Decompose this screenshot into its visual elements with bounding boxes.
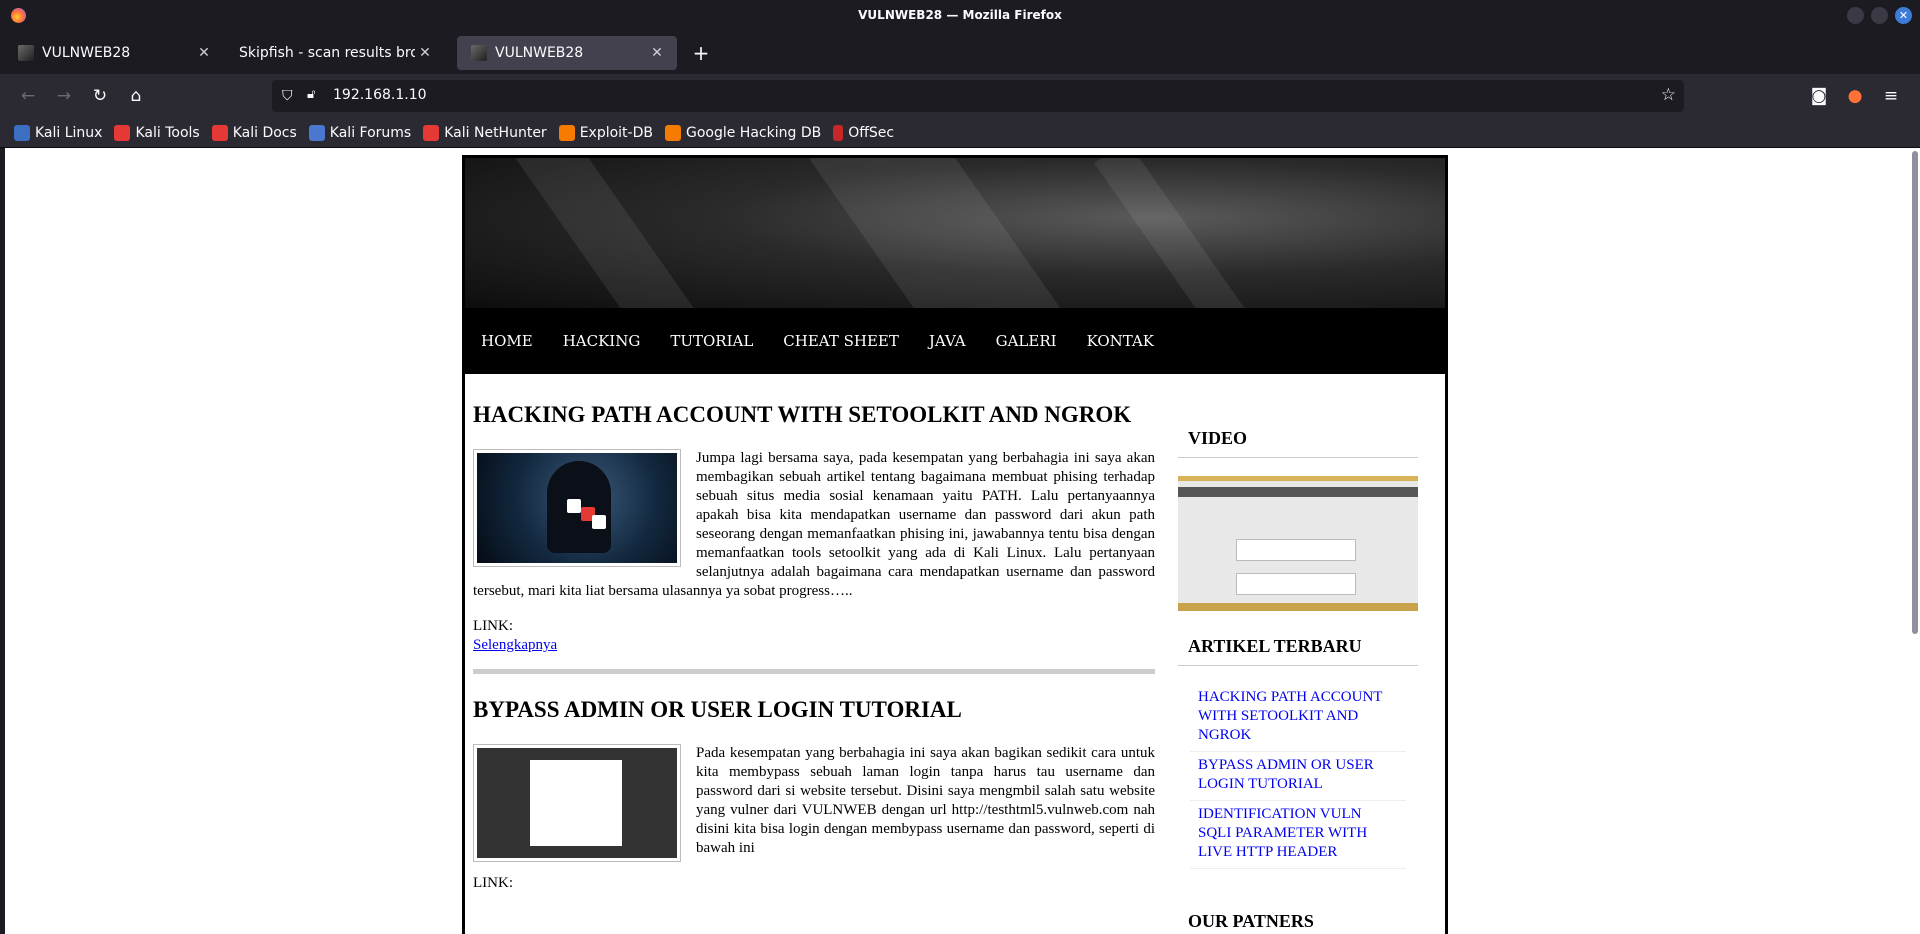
bookmark-exploit-db[interactable]: Exploit-DB [558, 124, 653, 141]
new-tab-plus-icon[interactable]: + [691, 43, 711, 63]
back-arrow-icon[interactable]: ← [18, 86, 38, 106]
tab-close-icon[interactable]: ✕ [415, 45, 435, 61]
url-bar[interactable]: ⛉ 🔓︎ 192.168.1.10 ☆ [272, 80, 1684, 112]
bookmark-label: Kali Linux [35, 124, 103, 141]
bookmark-kali-docs[interactable]: Kali Docs [211, 124, 297, 141]
menu-item-kontak[interactable]: KONTAK [1087, 332, 1154, 350]
tab-label: Skipfish - scan results browse [239, 45, 415, 61]
bookmark-kali-nethunter[interactable]: Kali NetHunter [423, 124, 547, 141]
ghdb-icon [664, 124, 681, 141]
forward-arrow-icon[interactable]: → [54, 86, 74, 106]
site-main-menu: HOME HACKING TUTORIAL CHEAT SHEET JAVA G… [465, 308, 1445, 374]
bookmark-label: Exploit-DB [579, 124, 653, 141]
bookmark-label: Kali Forums [329, 124, 412, 141]
firefox-account-icon[interactable]: ● [1845, 86, 1865, 106]
post-title[interactable]: HACKING PATH ACCOUNT WITH SETOOLKIT AND … [473, 401, 1155, 429]
site-favicon-icon [18, 45, 34, 61]
exploit-db-icon [558, 124, 575, 141]
bookmark-label: Google Hacking DB [685, 124, 822, 141]
bookmark-label: Kali Docs [232, 124, 297, 141]
partners-heading: OUR PATNERS [1178, 911, 1418, 934]
bookmark-kali-forums[interactable]: Kali Forums [308, 124, 412, 141]
navigation-toolbar: ← → ↻ ⌂ ⛉ 🔓︎ 192.168.1.10 ☆ ◙ ● ≡ [0, 74, 1920, 118]
hacker-image [477, 453, 677, 563]
link-label: LINK: [473, 618, 513, 634]
kali-dragon-icon [14, 124, 30, 141]
video-heading: VIDEO [1178, 428, 1418, 458]
kali-forums-icon [308, 124, 325, 141]
url-text[interactable]: 192.168.1.10 [333, 87, 427, 103]
menu-item-home[interactable]: HOME [481, 332, 533, 350]
post-thumbnail[interactable] [473, 744, 681, 862]
menu-item-cheat-sheet[interactable]: CHEAT SHEET [783, 332, 899, 350]
tracking-shield-icon[interactable]: ⛉ [282, 88, 293, 104]
bookmark-kali-linux[interactable]: Kali Linux [14, 124, 103, 141]
sidebar: VIDEO ARTIKEL TERBARU HACKING PATH ACCOU… [1178, 428, 1418, 934]
reload-icon[interactable]: ↻ [90, 86, 110, 106]
bookmark-star-icon[interactable]: ☆ [1661, 85, 1676, 105]
site-favicon-icon [471, 45, 487, 61]
latest-articles-list: HACKING PATH ACCOUNT WITH SETOOLKIT AND … [1178, 684, 1418, 883]
window-titlebar: VULNWEB28 — Mozilla Firefox ✕ [0, 0, 1920, 30]
latest-articles-heading: ARTIKEL TERBARU [1178, 636, 1418, 666]
page-scrollbar[interactable] [1912, 151, 1918, 634]
close-window-button[interactable]: ✕ [1895, 7, 1912, 24]
tab-label: VULNWEB28 [42, 45, 131, 61]
post-article: BYPASS ADMIN OR USER LOGIN TUTORIAL Pada… [473, 696, 1155, 893]
post-divider [473, 669, 1155, 674]
article-link[interactable]: IDENTIFICATION VULN SQLI PARAMETER WITH … [1190, 801, 1406, 869]
post-title[interactable]: BYPASS ADMIN OR USER LOGIN TUTORIAL [473, 696, 1155, 724]
post-article: HACKING PATH ACCOUNT WITH SETOOLKIT AND … [473, 401, 1155, 655]
tab-close-icon[interactable]: ✕ [647, 45, 667, 61]
tab-skipfish[interactable]: Skipfish - scan results browse ✕ [225, 36, 445, 70]
window-title: VULNWEB28 — Mozilla Firefox [858, 8, 1062, 22]
bookmark-label: Kali Tools [135, 124, 200, 141]
post-thumbnail[interactable] [473, 449, 681, 567]
menu-item-tutorial[interactable]: TUTORIAL [670, 332, 753, 350]
home-icon[interactable]: ⌂ [126, 86, 146, 106]
bookmark-offsec[interactable]: OffSec [833, 124, 895, 141]
kali-tools-icon [114, 124, 131, 141]
offsec-icon [833, 124, 844, 141]
menu-item-galeri[interactable]: GALERI [996, 332, 1057, 350]
kali-docs-icon [211, 124, 228, 141]
bookmark-kali-tools[interactable]: Kali Tools [114, 124, 200, 141]
tab-vulnweb28-1[interactable]: VULNWEB28 ✕ [4, 36, 224, 70]
post-excerpt: Pada kesempatan yang berbahagia ini saya… [696, 745, 1155, 856]
article-link[interactable]: HACKING PATH ACCOUNT WITH SETOOLKIT AND … [1190, 684, 1406, 752]
tab-label: VULNWEB28 [495, 45, 584, 61]
read-more-link[interactable]: Selengkapnya [473, 637, 557, 653]
bookmark-label: Kali NetHunter [444, 124, 547, 141]
site-container: HOME HACKING TUTORIAL CHEAT SHEET JAVA G… [462, 155, 1448, 934]
minimize-button[interactable] [1847, 7, 1864, 24]
bookmarks-toolbar: Kali Linux Kali Tools Kali Docs Kali For… [0, 118, 1920, 148]
kali-nethunter-icon [423, 124, 440, 141]
site-banner-image [465, 158, 1445, 308]
maximize-button[interactable] [1871, 7, 1888, 24]
tab-vulnweb28-active[interactable]: VULNWEB28 ✕ [457, 36, 677, 70]
app-menu-icon[interactable]: ≡ [1881, 86, 1901, 106]
bookmark-label: OffSec [848, 124, 895, 141]
menu-item-hacking[interactable]: HACKING [563, 332, 641, 350]
bookmark-ghdb[interactable]: Google Hacking DB [664, 124, 822, 141]
page-viewport: HOME HACKING TUTORIAL CHEAT SHEET JAVA G… [0, 148, 1920, 934]
main-content: HACKING PATH ACCOUNT WITH SETOOLKIT AND … [473, 401, 1155, 893]
login-form-image [477, 748, 677, 858]
link-label: LINK: [473, 875, 513, 891]
tab-close-icon[interactable]: ✕ [194, 45, 214, 61]
menu-item-java[interactable]: JAVA [929, 332, 966, 350]
article-link[interactable]: BYPASS ADMIN OR USER LOGIN TUTORIAL [1190, 752, 1406, 801]
video-thumbnail[interactable] [1178, 476, 1418, 611]
tab-strip: VULNWEB28 ✕ Skipfish - scan results brow… [0, 30, 1920, 74]
insecure-lock-icon[interactable]: 🔓︎ [307, 87, 315, 102]
pocket-icon[interactable]: ◙ [1809, 86, 1829, 106]
